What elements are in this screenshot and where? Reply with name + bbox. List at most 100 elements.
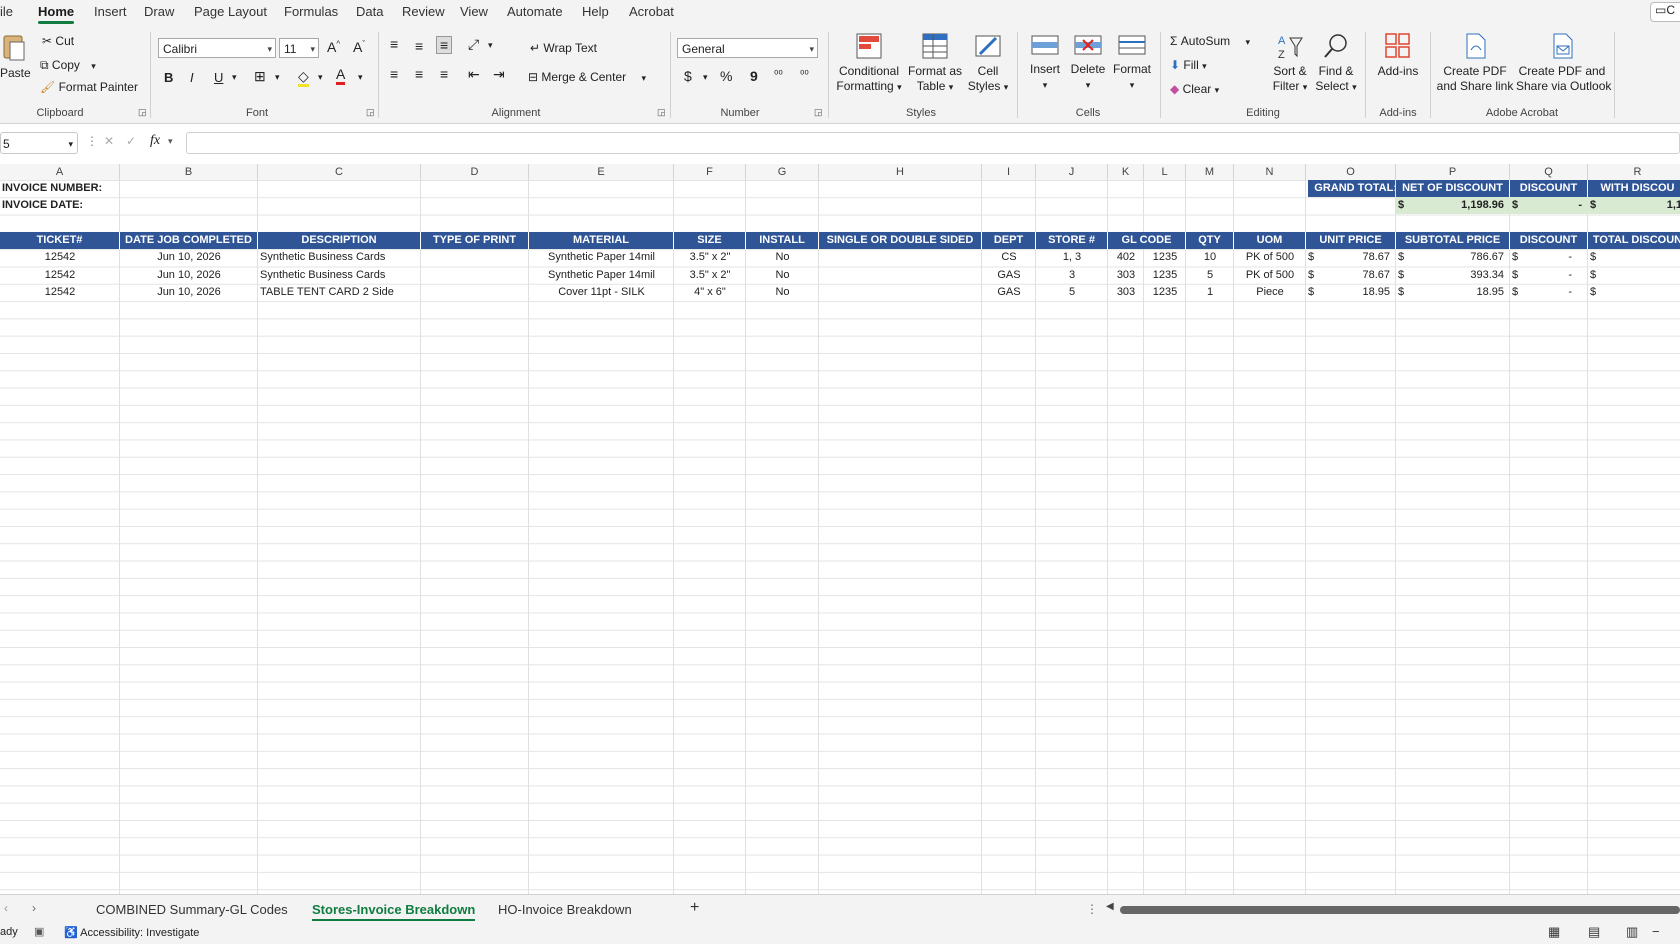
table-cell[interactable]: 303 [1108,284,1144,301]
column-header-k[interactable]: K [1108,164,1144,180]
decrease-decimal-icon[interactable]: ⁰⁰ [800,68,809,81]
table-cell[interactable]: $78.67 [1306,267,1396,284]
percent-button[interactable]: % [720,68,732,84]
table-header-cell[interactable]: TICKET# [0,231,120,249]
sheet-tab-stores-invoice[interactable]: Stores-Invoice Breakdown [312,902,476,921]
orientation-icon[interactable]: ⤢ [468,36,479,53]
comments-button[interactable]: ▭C [1650,2,1680,22]
table-cell[interactable] [819,284,982,301]
dialog-launcher-icon[interactable]: ◲ [138,107,147,118]
format-painter-button[interactable]: 🖌 Format Painter [40,80,138,94]
tab-home[interactable]: Home [38,4,75,24]
table-header-cell[interactable]: UOM [1234,231,1306,249]
table-cell[interactable]: TABLE TENT CARD 2 Side [258,284,421,301]
format-as-table-button[interactable]: Format as Table ▾ [906,32,964,95]
align-middle-icon[interactable]: ≡ [415,38,423,54]
table-header-cell[interactable]: GL CODE [1108,231,1186,249]
table-cell[interactable]: No [746,284,819,301]
table-cell[interactable]: GAS [982,267,1036,284]
font-color-icon[interactable]: A [336,66,346,85]
decrease-font-icon[interactable]: Aˇ [353,39,365,55]
formula-input[interactable] [186,132,1680,154]
more-options-icon[interactable]: ⋮ [1086,902,1098,916]
cut-button[interactable]: ✂ Cut [42,34,74,48]
column-header-n[interactable]: N [1234,164,1306,180]
fill-color-icon[interactable]: ◇ [298,68,309,87]
chevron-down-icon[interactable]: ▾ [703,72,708,83]
chevron-down-icon[interactable]: ▾ [488,40,493,51]
table-header-cell[interactable]: TOTAL DISCOUN [1588,231,1680,249]
format-cells-button[interactable]: Format ▾ [1111,32,1153,93]
add-ins-button[interactable]: Add-ins [1374,32,1422,79]
table-header-cell[interactable]: MATERIAL [529,231,674,249]
scroll-left-icon[interactable]: ◀ [1106,901,1114,912]
table-header-cell[interactable]: UNIT PRICE [1306,231,1396,249]
table-cell[interactable]: 12542 [0,267,120,284]
align-bottom-icon[interactable]: ≡ [436,36,453,54]
table-cell[interactable]: CS [982,249,1036,266]
merge-center-button[interactable]: ⊟ Merge & Center ▾ [528,70,646,84]
table-cell[interactable]: $393.34 [1396,267,1510,284]
column-header-l[interactable]: L [1144,164,1186,180]
totals-header-cell[interactable]: WITH DISCOU [1588,180,1680,197]
tab-acrobat[interactable]: Acrobat [629,4,674,19]
table-cell[interactable]: $786.67 [1396,249,1510,266]
table-header-cell[interactable]: STORE # [1036,231,1108,249]
table-cell[interactable]: 12542 [0,284,120,301]
column-header-h[interactable]: H [819,164,982,180]
autosum-button[interactable]: Σ AutoSum ▾ [1170,34,1250,48]
table-cell[interactable]: Synthetic Business Cards [258,249,421,266]
underline-button[interactable]: U [214,70,223,85]
table-cell[interactable]: 1 [1186,284,1234,301]
table-header-cell[interactable]: SUBTOTAL PRICE [1396,231,1510,249]
cancel-icon[interactable]: ✕ [104,134,114,148]
align-left-icon[interactable]: ≡ [390,66,398,82]
table-header-cell[interactable]: SINGLE OR DOUBLE SIDED [819,231,982,249]
table-cell[interactable] [819,267,982,284]
table-cell[interactable]: 3.5" x 2" [674,267,746,284]
fill-button[interactable]: ⬇ Fill ▾ [1170,58,1207,72]
enter-icon[interactable]: ✓ [126,134,136,148]
chevron-down-icon[interactable]: ▾ [232,72,237,83]
table-header-cell[interactable]: DATE JOB COMPLETED [120,231,258,249]
table-cell[interactable]: 303 [1108,267,1144,284]
copy-button[interactable]: ⧉ Copy ▾ [40,58,96,73]
chevron-down-icon[interactable]: ▾ [275,72,280,83]
bold-button[interactable]: B [164,70,173,85]
totals-value-cell[interactable]: $1,1 [1588,197,1680,215]
column-header-b[interactable]: B [120,164,258,180]
insert-cells-button[interactable]: Insert ▾ [1025,32,1065,93]
currency-button[interactable]: $ [684,68,692,84]
totals-value-cell[interactable]: $1,198.96 [1396,197,1510,215]
tab-page-layout[interactable]: Page Layout [194,4,267,19]
dialog-launcher-icon[interactable]: ◲ [657,107,666,118]
normal-view-icon[interactable]: ▦ [1548,924,1560,940]
dialog-launcher-icon[interactable]: ◲ [366,107,375,118]
table-cell[interactable]: 1, 3 [1036,249,1108,266]
increase-font-icon[interactable]: A^ [327,39,340,55]
table-cell[interactable]: 12542 [0,249,120,266]
table-cell[interactable]: 3.5" x 2" [674,249,746,266]
column-header-f[interactable]: F [674,164,746,180]
table-cell[interactable]: $78.67 [1306,249,1396,266]
chevron-down-icon[interactable]: ▾ [358,72,363,83]
table-cell[interactable]: $18.95 [1396,284,1510,301]
chevron-down-icon[interactable]: ▾ [318,72,323,83]
column-header-d[interactable]: D [421,164,529,180]
tab-data[interactable]: Data [356,4,383,19]
table-cell[interactable]: Jun 10, 2026 [120,267,258,284]
table-cell[interactable]: No [746,267,819,284]
tab-file[interactable]: ile [0,4,13,19]
sort-filter-button[interactable]: AZ Sort & Filter ▾ [1270,32,1310,95]
worksheet-grid[interactable]: INVOICE NUMBER: INVOICE DATE: GRAND TOTA… [0,180,1680,894]
insert-function-button[interactable]: fx [150,133,160,149]
tab-automate[interactable]: Automate [507,4,563,19]
horizontal-scrollbar[interactable] [1120,906,1680,914]
table-cell[interactable]: $ [1588,267,1680,284]
table-cell[interactable] [421,267,529,284]
table-cell[interactable]: 1235 [1144,267,1186,284]
tab-help[interactable]: Help [582,4,609,19]
more-options-icon[interactable]: ⋮ [86,134,98,148]
column-header-q[interactable]: Q [1510,164,1588,180]
table-cell[interactable]: 1235 [1144,284,1186,301]
